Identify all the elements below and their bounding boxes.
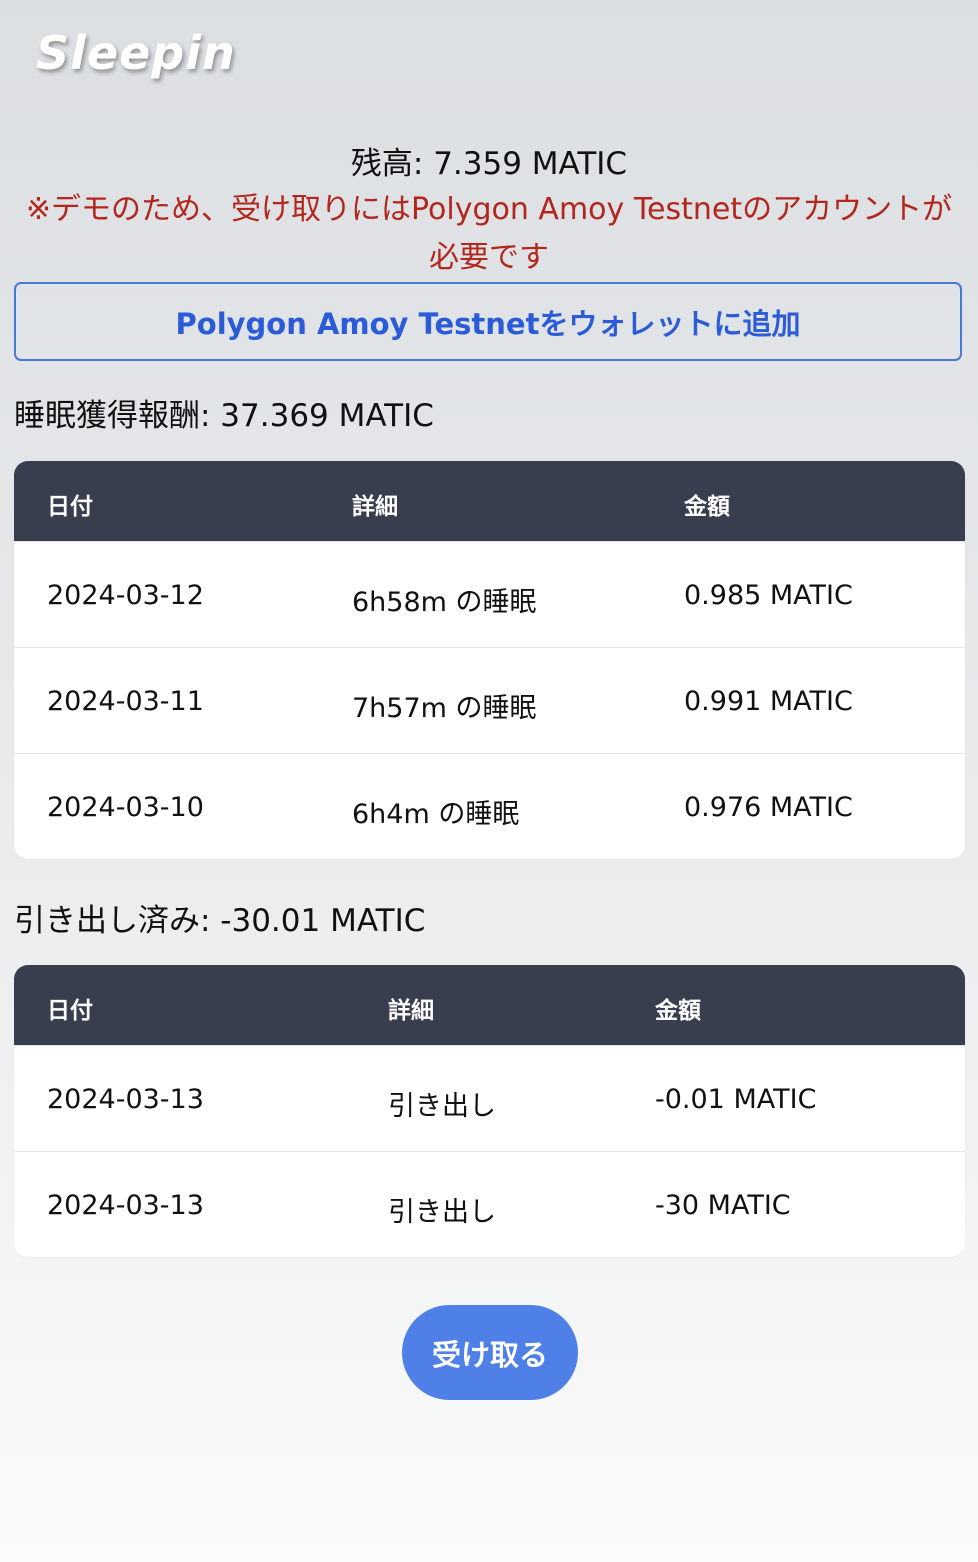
row-detail: 6h58m の睡眠 [352,587,537,618]
row-date: 2024-03-13 [47,1190,204,1221]
table-row: 2024-03-13 引き出し -30 MATIC [14,1151,965,1257]
row-date: 2024-03-12 [47,580,204,611]
header-detail: 詳細 [388,998,434,1024]
table-row: 2024-03-12 6h58m の睡眠 0.985 MATIC [14,541,965,647]
testnet-notice: ※デモのため、受け取りにはPolygon Amoy Testnetのアカウントが… [25,192,953,275]
sleep-rewards-table: 日付 詳細 金額 2024-03-12 6h58m の睡眠 0.985 MATI… [14,461,965,859]
table-header: 日付 詳細 金額 [14,461,965,541]
row-detail: 6h4m の睡眠 [352,799,520,830]
header-detail: 詳細 [352,494,398,520]
withdrawals-total: 引き出し済み: -30.01 MATIC [14,903,426,939]
row-date: 2024-03-10 [47,792,204,823]
row-detail: 引き出し [388,1091,496,1122]
sleep-rewards-total: 睡眠獲得報酬: 37.369 MATIC [14,398,434,434]
row-amount: 0.991 MATIC [684,686,853,717]
app-logo[interactable]: Sleepin [36,26,236,80]
row-detail: 引き出し [388,1197,496,1228]
balance-text: 残高: 7.359 MATIC [350,146,628,182]
row-amount: 0.976 MATIC [684,792,853,823]
add-network-button[interactable]: Polygon Amoy Testnetをウォレットに追加 [14,282,962,361]
header-date: 日付 [47,998,93,1024]
row-amount: -0.01 MATIC [655,1084,817,1115]
header-amount: 金額 [655,998,701,1024]
row-date: 2024-03-11 [47,686,204,717]
table-header: 日付 詳細 金額 [14,965,965,1045]
header-amount: 金額 [684,494,730,520]
row-amount: -30 MATIC [655,1190,791,1221]
withdrawals-table: 日付 詳細 金額 2024-03-13 引き出し -0.01 MATIC 202… [14,965,965,1257]
header-date: 日付 [47,494,93,520]
table-row: 2024-03-11 7h57m の睡眠 0.991 MATIC [14,647,965,753]
row-detail: 7h57m の睡眠 [352,693,537,724]
table-row: 2024-03-10 6h4m の睡眠 0.976 MATIC [14,753,965,859]
table-row: 2024-03-13 引き出し -0.01 MATIC [14,1045,965,1151]
row-date: 2024-03-13 [47,1084,204,1115]
row-amount: 0.985 MATIC [684,580,853,611]
claim-button[interactable]: 受け取る [402,1305,578,1400]
